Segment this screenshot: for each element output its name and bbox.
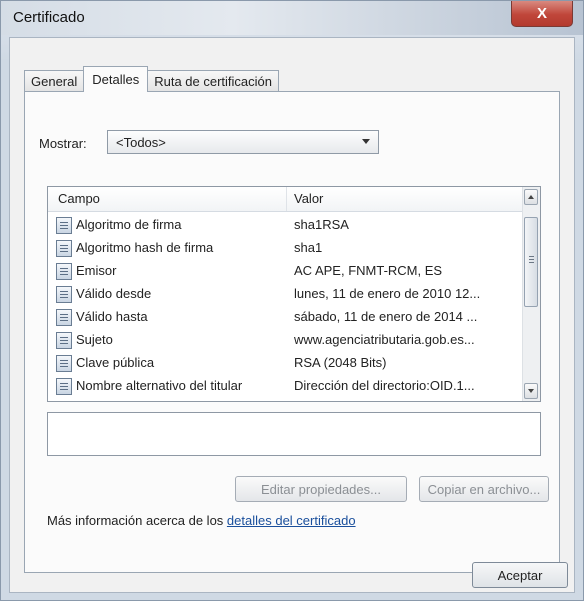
row-field: Sujeto (76, 332, 113, 347)
tab-general[interactable]: General (24, 70, 85, 92)
certificate-field-icon (56, 332, 72, 349)
show-label: Mostrar: (39, 136, 87, 151)
list-header: Campo Valor (48, 187, 524, 212)
arrow-down-icon (528, 389, 534, 393)
arrow-up-icon (528, 195, 534, 199)
column-header-field[interactable]: Campo (58, 191, 100, 206)
copy-to-file-button[interactable]: Copiar en archivo... (419, 476, 549, 502)
certificate-details-link[interactable]: detalles del certificado (227, 513, 356, 528)
dialog-body: General Detalles Ruta de certificación M… (9, 37, 575, 593)
row-value: sha1 (294, 240, 323, 255)
row-field: Algoritmo de firma (76, 217, 182, 232)
accept-button[interactable]: Aceptar (472, 562, 568, 588)
column-divider[interactable] (286, 187, 287, 211)
column-header-value[interactable]: Valor (294, 191, 323, 206)
list-row[interactable]: Nombre alternativo del titular Dirección… (48, 375, 524, 398)
certificate-dialog: Certificado X General Detalles Ruta de c… (0, 0, 584, 601)
list-row[interactable]: Sujeto www.agenciatributaria.gob.es... (48, 329, 524, 352)
certificate-field-icon (56, 240, 72, 257)
fields-list: Campo Valor Algoritmo de firma sha1RSA A… (47, 186, 541, 402)
list-row[interactable]: Válido desde lunes, 11 de enero de 2010 … (48, 283, 524, 306)
row-field: Emisor (76, 263, 117, 278)
edit-properties-button[interactable]: Editar propiedades... (235, 476, 407, 502)
row-field: Algoritmo hash de firma (76, 240, 214, 255)
certificate-field-icon (56, 263, 72, 280)
more-info-text: Más información acerca de los (47, 513, 227, 528)
certificate-field-icon (56, 286, 72, 303)
row-value: lunes, 11 de enero de 2010 12... (294, 286, 481, 301)
scroll-up-button[interactable] (524, 189, 538, 205)
window-title: Certificado (13, 9, 85, 26)
row-field: Válido desde (76, 286, 152, 301)
list-rows: Algoritmo de firma sha1RSA Algoritmo has… (48, 214, 524, 398)
list-row[interactable]: Clave pública RSA (2048 Bits) (48, 352, 524, 375)
field-detail-textbox[interactable] (47, 412, 541, 456)
list-row[interactable]: Algoritmo de firma sha1RSA (48, 214, 524, 237)
row-value: Dirección del directorio:OID.1... (294, 378, 475, 393)
row-value: www.agenciatributaria.gob.es... (294, 332, 475, 347)
row-value: RSA (2048 Bits) (294, 355, 387, 370)
scroll-down-button[interactable] (524, 383, 538, 399)
list-scrollbar[interactable] (522, 187, 540, 401)
scroll-thumb[interactable] (524, 217, 538, 307)
tab-certification-path[interactable]: Ruta de certificación (147, 70, 279, 92)
grip-icon (529, 256, 534, 257)
show-dropdown-value: <Todos> (116, 134, 166, 150)
certificate-field-icon (56, 309, 72, 326)
chevron-down-icon (362, 139, 370, 144)
list-row[interactable]: Emisor AC APE, FNMT-RCM, ES (48, 260, 524, 283)
row-value: sábado, 11 de enero de 2014 ... (294, 309, 478, 324)
show-dropdown[interactable]: <Todos> (107, 130, 379, 154)
tab-details[interactable]: Detalles (83, 66, 149, 92)
row-value: sha1RSA (294, 217, 349, 232)
tab-strip: General Detalles Ruta de certificación (24, 66, 279, 92)
list-row[interactable]: Algoritmo hash de firma sha1 (48, 237, 524, 260)
more-info-line: Más información acerca de los detalles d… (47, 513, 356, 528)
details-tab-page: Mostrar: <Todos> Campo Valor Algoritmo d… (24, 91, 560, 573)
certificate-field-icon (56, 217, 72, 234)
list-row[interactable]: Válido hasta sábado, 11 de enero de 2014… (48, 306, 524, 329)
close-icon: X (536, 5, 547, 22)
close-button[interactable]: X (511, 1, 573, 27)
row-value: AC APE, FNMT-RCM, ES (294, 263, 443, 278)
row-field: Nombre alternativo del titular (76, 378, 243, 393)
row-field: Clave pública (76, 355, 155, 370)
title-bar[interactable]: Certificado X (1, 1, 583, 35)
certificate-field-icon (56, 355, 72, 372)
extension-field-icon (56, 378, 72, 395)
row-field: Válido hasta (76, 309, 148, 324)
